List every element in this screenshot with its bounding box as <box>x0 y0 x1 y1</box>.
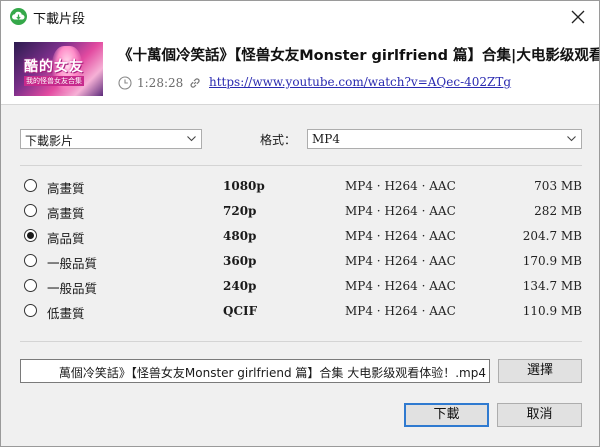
clock-icon <box>118 76 132 90</box>
link-icon <box>190 78 200 88</box>
quality-codec: MP4 · H264 · AAC <box>345 279 456 293</box>
window-title: 下載片段 <box>33 12 86 27</box>
quality-option[interactable]: 低畫質 QCIF MP4 · H264 · AAC 110.9 MB <box>20 302 582 322</box>
format-label: 格式： <box>260 133 297 147</box>
quality-size: 703 MB <box>534 179 582 193</box>
quality-size: 170.9 MB <box>522 254 582 268</box>
quality-codec: MP4 · H264 · AAC <box>345 229 456 243</box>
divider <box>20 165 582 166</box>
quality-size: 134.7 MB <box>522 279 582 293</box>
quality-size: 204.7 MB <box>522 229 582 243</box>
download-button[interactable]: 下載 <box>404 403 489 427</box>
format-select[interactable]: MP4 <box>307 129 582 149</box>
quality-codec: MP4 · H264 · AAC <box>345 254 456 268</box>
download-type-value: 下載影片 <box>25 134 74 148</box>
quality-option[interactable]: 一般品質 240p MP4 · H264 · AAC 134.7 MB <box>20 277 582 297</box>
format-value: MP4 <box>312 132 340 146</box>
filename-value: 萬個冷笑話》【怪兽女友Monster girlfriend 篇】合集 大电影级观… <box>58 366 486 380</box>
quality-resolution: QCIF <box>223 304 258 318</box>
video-duration: 1:28:28 <box>137 76 184 90</box>
quality-label: 低畫質 <box>47 306 85 321</box>
quality-option[interactable]: 高畫質 720p MP4 · H264 · AAC 282 MB <box>20 202 582 222</box>
video-thumbnail: 酷的女友 我的怪兽女友合集 <box>14 42 103 96</box>
quality-radio[interactable] <box>24 229 37 242</box>
thumbnail-subtitle: 我的怪兽女友合集 <box>24 76 84 86</box>
video-url-link[interactable]: https://www.youtube.com/watch?v=AQec-402… <box>209 75 511 89</box>
quality-option[interactable]: 一般品質 360p MP4 · H264 · AAC 170.9 MB <box>20 252 582 272</box>
video-title: 《十萬個冷笑話》【怪兽女友Monster girlfriend 篇】合集|大电影… <box>118 48 599 64</box>
quality-label: 高畫質 <box>47 181 85 196</box>
quality-radio[interactable] <box>24 304 37 317</box>
video-info: 酷的女友 我的怪兽女友合集 《十萬個冷笑話》【怪兽女友Monster girlf… <box>1 32 599 102</box>
quality-radio[interactable] <box>24 204 37 217</box>
quality-codec: MP4 · H264 · AAC <box>345 204 456 218</box>
quality-resolution: 1080p <box>223 179 265 193</box>
options-panel: 下載影片 格式： MP4 高畫質 1080p MP4 · H264 · AAC 703… <box>1 104 599 446</box>
thumbnail-logo: 酷的女友 <box>24 59 84 75</box>
quality-resolution: 240p <box>223 279 257 293</box>
chevron-down-icon <box>187 136 196 142</box>
quality-resolution: 360p <box>223 254 257 268</box>
quality-codec: MP4 · H264 · AAC <box>345 304 456 318</box>
quality-size: 282 MB <box>534 204 582 218</box>
quality-resolution: 480p <box>223 229 257 243</box>
quality-radio[interactable] <box>24 279 37 292</box>
quality-label: 高品質 <box>47 231 85 246</box>
quality-label: 一般品質 <box>47 281 98 296</box>
choose-folder-button[interactable]: 選擇 <box>498 359 582 383</box>
title-bar: 下載片段 <box>1 1 599 32</box>
filename-input[interactable]: 萬個冷笑話》【怪兽女友Monster girlfriend 篇】合集 大电影级观… <box>20 359 490 383</box>
quality-codec: MP4 · H264 · AAC <box>345 179 456 193</box>
quality-option[interactable]: 高畫質 1080p MP4 · H264 · AAC 703 MB <box>20 177 582 197</box>
quality-label: 一般品質 <box>47 256 98 271</box>
download-cloud-icon <box>10 8 27 25</box>
download-type-select[interactable]: 下載影片 <box>20 129 202 149</box>
close-icon <box>571 10 585 24</box>
download-dialog: 下載片段 酷的女友 我的怪兽女友合集 《十萬個冷笑話》【怪兽女友Monster … <box>0 0 600 447</box>
close-button[interactable] <box>565 5 591 29</box>
quality-resolution: 720p <box>223 204 257 218</box>
quality-label: 高畫質 <box>47 206 85 221</box>
chevron-down-icon <box>567 136 576 142</box>
quality-option[interactable]: 高品質 480p MP4 · H264 · AAC 204.7 MB <box>20 227 582 247</box>
quality-radio[interactable] <box>24 179 37 192</box>
divider <box>20 341 582 342</box>
cancel-button[interactable]: 取消 <box>497 403 582 427</box>
quality-size: 110.9 MB <box>522 304 582 318</box>
quality-radio[interactable] <box>24 254 37 267</box>
